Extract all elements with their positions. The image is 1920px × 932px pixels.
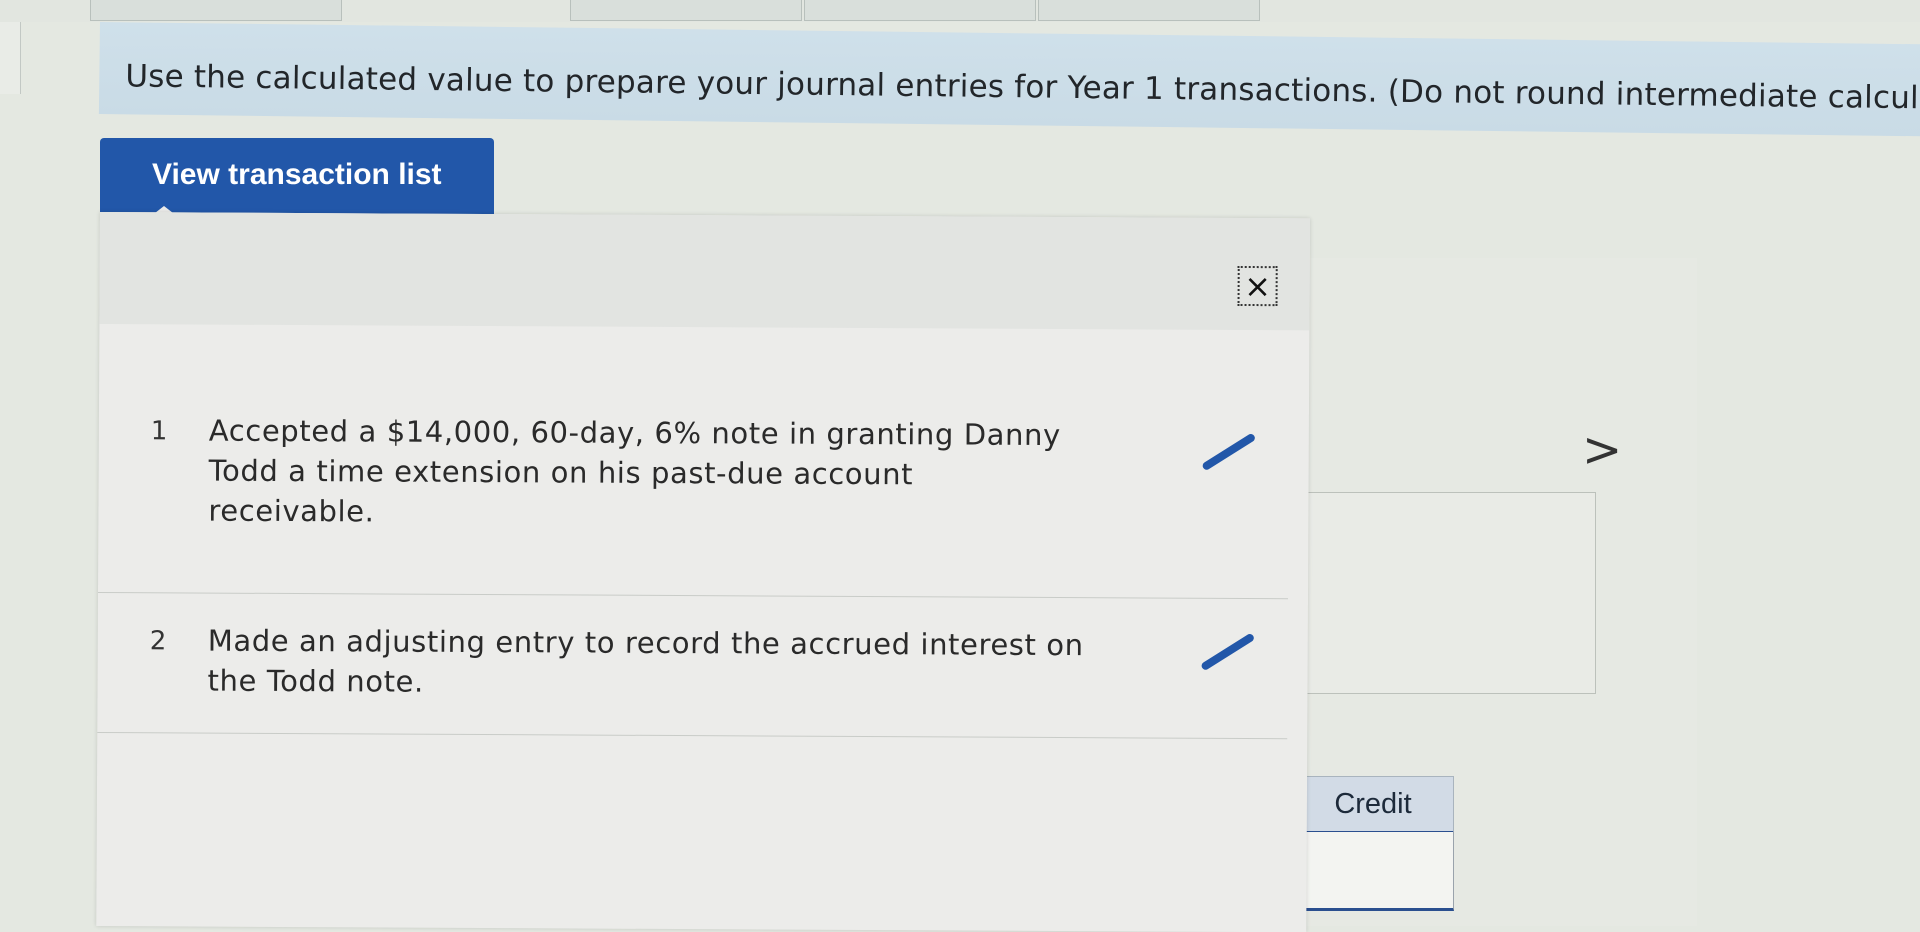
instruction-banner: Use the calculated value to prepare your… [98,22,1920,137]
next-arrow-icon[interactable]: > [1582,422,1622,478]
left-edge-panel [0,22,21,94]
top-tab-box [570,0,802,21]
transaction-row-1: 1 Accepted a $14,000, 60-day, 6% note in… [98,403,1289,600]
credit-column-header: Credit [1292,776,1454,834]
transaction-row-2: 2 Made an adjusting entry to record the … [97,591,1288,740]
popup-header: × [99,212,1310,331]
close-icon[interactable]: × [1237,265,1278,307]
transaction-description: Accepted a $14,000, 60-day, 6% note in g… [208,413,1061,529]
credit-input-cell[interactable] [1292,832,1454,911]
top-tab-box [1038,0,1260,21]
transaction-list-popup: × 1 Accepted a $14,000, 60-day, 6% note … [96,212,1310,932]
top-strip [0,0,1920,22]
edit-pencil-icon[interactable] [1201,432,1257,472]
top-tab-box [90,0,342,21]
instruction-text: Use the calculated value to prepare your… [125,58,1920,117]
transaction-description: Made an adjusting entry to record the ac… [207,623,1084,699]
edit-pencil-icon[interactable] [1200,632,1256,672]
transaction-number: 1 [150,416,168,447]
transaction-number: 2 [149,626,167,657]
journal-entry-box [1300,492,1596,694]
top-tab-box [804,0,1036,21]
